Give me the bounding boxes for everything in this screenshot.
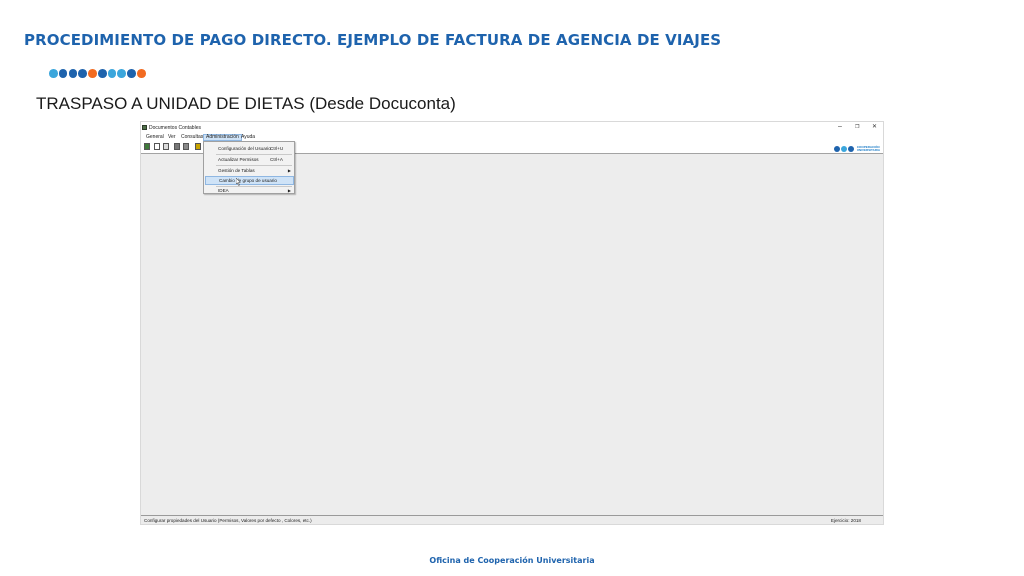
decorative-dots	[49, 69, 146, 78]
logo-dot	[840, 145, 847, 152]
administracion-dropdown: Configuración del Usuario Ctrl+U Actuali…	[203, 141, 295, 194]
status-message: Configurar propiedades del Usuario (Perm…	[144, 518, 312, 523]
statusbar: Configurar propiedades del Usuario (Perm…	[141, 515, 883, 524]
menu-administracion[interactable]: Administración	[203, 134, 242, 141]
dot	[88, 69, 97, 78]
submenu-arrow-icon: ▶	[287, 168, 291, 173]
submenu-arrow-icon: ▶	[287, 188, 291, 193]
dot	[58, 69, 68, 78]
menubar: General Ver Consultas Administración Ayu…	[141, 133, 883, 141]
menu-item-actualizar-permisos[interactable]: Actualizar Permisos Ctrl+A	[205, 155, 294, 164]
open-folder-icon[interactable]	[163, 143, 169, 150]
menu-item-cambio-grupo[interactable]: Cambio de grupo de usuario	[205, 176, 294, 185]
slide-title: PROCEDIMIENTO DE PAGO DIRECTO. EJEMPLO D…	[24, 31, 722, 49]
dot	[107, 69, 117, 78]
print-icon[interactable]	[174, 143, 180, 150]
menu-item-label: Configuración del Usuario	[218, 146, 271, 151]
new-document-icon[interactable]	[154, 143, 160, 150]
menu-item-label: Cambio de grupo de usuario	[219, 178, 277, 183]
dot	[117, 69, 127, 78]
minimize-button[interactable]: –	[838, 123, 842, 131]
menu-ayuda[interactable]: Ayuda	[239, 134, 257, 141]
menu-consultas[interactable]: Consultas	[179, 134, 205, 141]
menu-item-label: IDEA	[218, 188, 229, 193]
menu-item-idea[interactable]: IDEA ▶	[205, 186, 294, 195]
menu-general[interactable]: General	[144, 134, 166, 141]
menu-item-configuracion-usuario[interactable]: Configuración del Usuario Ctrl+U	[205, 144, 294, 153]
dot	[49, 69, 58, 78]
dot	[78, 69, 87, 78]
dot	[127, 69, 136, 78]
logo-text-line: UNIVERSITARIA	[856, 147, 880, 152]
logo-text: COOPERACIÓN UNIVERSITARIA	[855, 145, 880, 152]
menu-item-label: Actualizar Permisos	[218, 157, 259, 162]
dot	[97, 69, 107, 78]
app-icon	[142, 125, 147, 130]
ocu-logo: COOPERACIÓN UNIVERSITARIA	[833, 144, 880, 153]
menu-item-gestion-tablas[interactable]: Gestión de Tablas ▶	[205, 166, 294, 175]
slide-footer: Oficina de Cooperación Universitaria	[429, 556, 595, 565]
menu-item-label: Gestión de Tablas	[218, 168, 255, 173]
close-button[interactable]: ✕	[872, 123, 877, 131]
exit-tool-icon[interactable]	[144, 143, 150, 150]
mouse-cursor-icon	[236, 178, 241, 186]
report-icon[interactable]	[183, 143, 189, 150]
dot	[68, 69, 78, 78]
dot	[137, 69, 146, 78]
logo-dot	[833, 145, 840, 152]
menu-item-shortcut: Ctrl+A	[270, 157, 283, 162]
restore-button[interactable]: ❐	[855, 123, 859, 131]
menu-item-shortcut: Ctrl+U	[270, 146, 284, 151]
slide-subtitle: TRASPASO A UNIDAD DE DIETAS (Desde Docuc…	[36, 94, 456, 113]
app-window: Documentos Contables – ❐ ✕ General Ver C…	[140, 121, 884, 525]
user-tool-icon[interactable]	[195, 143, 201, 150]
window-title: Documentos Contables	[149, 125, 201, 131]
logo-dot	[847, 145, 854, 152]
status-ejercicio: Ejercicio: 2018	[830, 518, 861, 523]
window-titlebar: Documentos Contables – ❐ ✕	[141, 122, 883, 133]
menu-ver[interactable]: Ver	[166, 134, 178, 141]
